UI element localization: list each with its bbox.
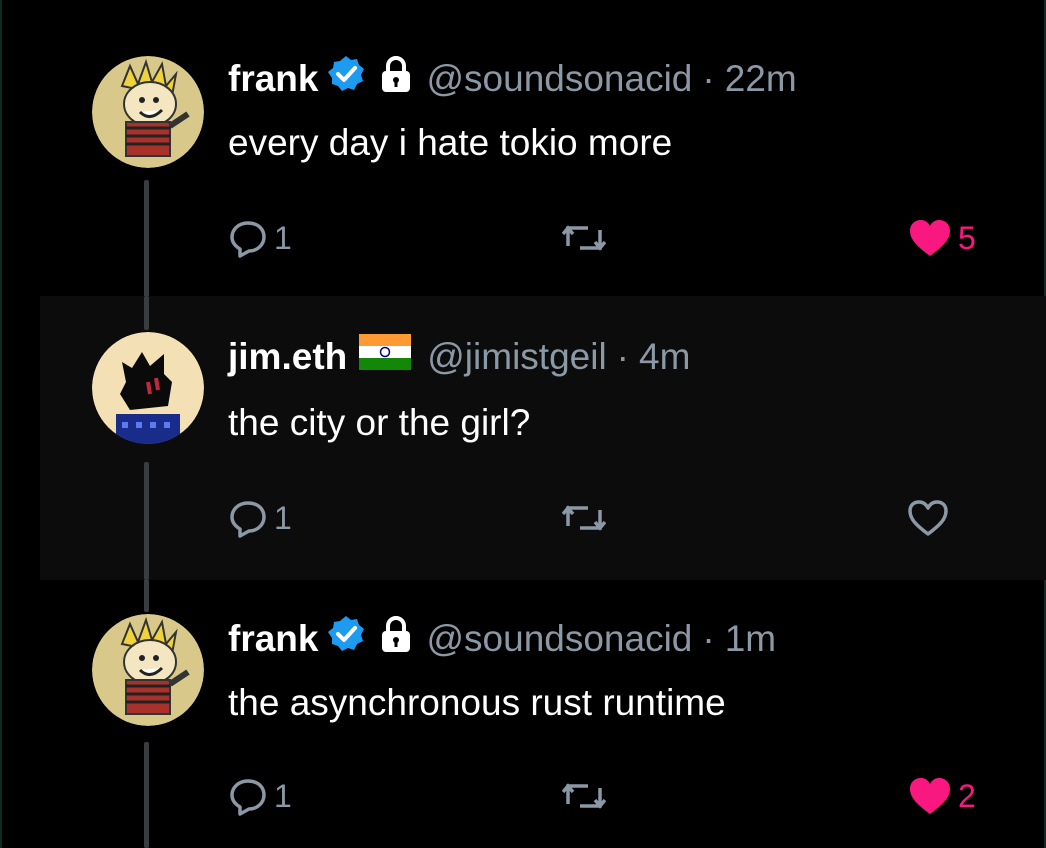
timestamp[interactable]: 1m (725, 618, 776, 660)
tweet-text: the city or the girl? (228, 402, 531, 443)
display-name[interactable]: frank (228, 58, 318, 100)
verified-badge-icon (326, 54, 366, 103)
reply-button[interactable]: 1 (228, 498, 292, 538)
lock-icon (380, 55, 412, 102)
reply-button[interactable]: 1 (228, 776, 292, 816)
handle[interactable]: @jimistgeil (427, 336, 606, 378)
reply-count: 1 (274, 219, 292, 256)
thread-line (144, 462, 149, 580)
heart-filled-icon (910, 220, 950, 256)
like-button[interactable]: 2 (908, 776, 976, 816)
tweet-text: every day i hate tokio more (228, 122, 673, 163)
reply-button[interactable]: 1 (228, 218, 292, 258)
timestamp[interactable]: 22m (725, 58, 797, 100)
timestamp[interactable]: 4m (639, 336, 690, 378)
reply-icon (230, 779, 266, 816)
reply-icon (230, 501, 266, 538)
retweet-button[interactable] (562, 218, 606, 258)
lock-icon (380, 615, 412, 662)
avatar-frank[interactable] (92, 614, 204, 726)
separator-dot: · (702, 617, 715, 659)
display-name[interactable]: frank (228, 618, 318, 660)
handle[interactable]: @soundsonacid (426, 618, 692, 660)
separator-dot: · (616, 335, 629, 377)
retweet-button[interactable] (562, 776, 606, 816)
retweet-icon (562, 505, 606, 531)
display-name[interactable]: jim.eth (228, 336, 347, 378)
retweet-icon (562, 225, 606, 251)
like-button[interactable] (906, 498, 950, 538)
handle[interactable]: @soundsonacid (426, 58, 692, 100)
like-count: 2 (958, 777, 976, 814)
thread-line (144, 296, 149, 330)
separator-dot: · (702, 57, 715, 99)
retweet-button[interactable] (562, 498, 606, 538)
heart-filled-icon (910, 778, 950, 814)
reply-icon (230, 221, 266, 258)
retweet-icon (562, 783, 606, 809)
tweet-header: frank @soundsonacid · 1m (228, 614, 776, 663)
tweet-header: jim.eth @jimistgeil · 4m (228, 334, 690, 379)
thread-line (144, 742, 149, 848)
tweet-text: the asynchronous rust runtime (228, 682, 726, 723)
reply-count: 1 (274, 499, 292, 536)
avatar-jim[interactable] (92, 332, 204, 444)
avatar-frank[interactable] (92, 56, 204, 168)
like-button[interactable]: 5 (908, 218, 976, 258)
reply-count: 1 (274, 777, 292, 814)
like-count: 5 (958, 219, 976, 256)
heart-outline-icon (908, 500, 948, 536)
verified-badge-icon (326, 614, 366, 663)
india-flag-icon (359, 334, 412, 379)
tweet-header: frank @soundsonacid · 22m (228, 54, 797, 103)
